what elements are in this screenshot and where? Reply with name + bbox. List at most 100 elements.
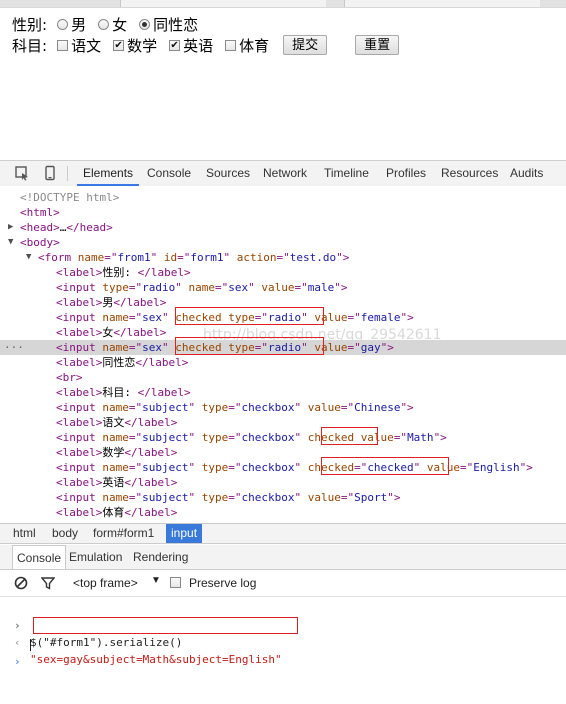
tab-profiles[interactable]: Profiles bbox=[386, 161, 426, 186]
context-selector[interactable]: <top frame> bbox=[73, 576, 138, 590]
dom-node-markup: <html> bbox=[20, 206, 60, 219]
text-cursor bbox=[30, 639, 31, 651]
dom-node-markup: <form name="from1" id="form1" action="te… bbox=[38, 251, 350, 264]
dom-node[interactable]: ▼ <form name="from1" id="form1" action="t… bbox=[0, 250, 566, 265]
dom-node[interactable]: <label>体育</label> bbox=[0, 505, 566, 520]
sex-option-label: 同性恋 bbox=[153, 15, 199, 34]
subject-option-label: 语文 bbox=[71, 36, 102, 55]
dom-node-markup: <label>同性恋</label> bbox=[56, 356, 189, 369]
breadcrumb: html body form#form1 input bbox=[0, 523, 566, 544]
more-dots-icon[interactable]: ··· bbox=[4, 340, 24, 355]
dom-node[interactable]: <html> bbox=[0, 205, 566, 220]
expand-triangle-icon[interactable]: ▶ bbox=[8, 220, 13, 235]
dom-node[interactable]: <label>英语</label> bbox=[0, 475, 566, 490]
dom-node[interactable]: <input name="subject" type="checkbox" ch… bbox=[0, 430, 566, 445]
tab-resources[interactable]: Resources bbox=[441, 161, 498, 186]
submit-button[interactable]: 提交 bbox=[283, 35, 328, 55]
subject-option-label: 英语 bbox=[183, 36, 214, 55]
inspect-element-icon[interactable] bbox=[14, 165, 30, 181]
drawer-tab-console[interactable]: Console bbox=[12, 545, 67, 569]
reset-button[interactable]: 重置 bbox=[355, 35, 400, 55]
drawer-tabs: Console Emulation Rendering bbox=[0, 545, 566, 570]
dom-node[interactable]: <input type="radio" name="sex" value="ma… bbox=[0, 280, 566, 295]
tab-audits[interactable]: Audits bbox=[510, 161, 543, 186]
console-output: › $("#form1").serialize() ‹ "sex=gay&sub… bbox=[0, 597, 566, 668]
browser-tab[interactable] bbox=[326, 0, 345, 7]
subject-row: 科目: 语文 ✔ 数学 ✔ 英语 体育 提交 重置 bbox=[12, 34, 400, 56]
dom-node-markup: <label>语文</label> bbox=[56, 416, 178, 429]
highlight-box bbox=[321, 427, 378, 445]
dom-node-markup: <br> bbox=[56, 371, 83, 384]
subject-option-label: 体育 bbox=[239, 36, 270, 55]
subject-label: 科目: bbox=[12, 36, 48, 55]
dom-node-markup: <label>男</label> bbox=[56, 296, 167, 309]
dom-node[interactable]: <input name="subject" type="checkbox" va… bbox=[0, 490, 566, 505]
tab-network[interactable]: Network bbox=[263, 161, 307, 186]
dom-node[interactable]: <br> bbox=[0, 370, 566, 385]
tab-console[interactable]: Console bbox=[147, 161, 191, 186]
subject-checkbox-math[interactable]: ✔ bbox=[113, 39, 125, 51]
preserve-log-label: Preserve log bbox=[189, 576, 257, 590]
browser-tab-strip bbox=[0, 0, 566, 8]
dom-node[interactable]: ▶ <head>…</head> bbox=[0, 220, 566, 235]
subject-option-label: 数学 bbox=[127, 36, 158, 55]
dom-node[interactable]: <!DOCTYPE html> bbox=[0, 190, 566, 205]
dom-node[interactable]: <label>数学</label> bbox=[0, 445, 566, 460]
sex-radio-female[interactable] bbox=[98, 18, 110, 30]
dom-node[interactable]: <label>科目: </label> bbox=[0, 385, 566, 400]
browser-tab[interactable] bbox=[540, 0, 566, 7]
drawer-tab-rendering[interactable]: Rendering bbox=[133, 545, 188, 569]
dom-node-markup: <input name="subject" type="checkbox" ch… bbox=[56, 431, 447, 444]
dom-node[interactable]: <input name="subject" type="checkbox" ch… bbox=[0, 460, 566, 475]
tab-elements[interactable]: Elements bbox=[77, 161, 140, 186]
console-toolbar: <top frame> ▼ Preserve log bbox=[0, 570, 566, 597]
console-input-line: › $("#form1").serialize() bbox=[0, 600, 566, 649]
sex-row: 性别: 男 女 同性恋 bbox=[12, 13, 206, 35]
collapse-triangle-icon[interactable]: ▼ bbox=[26, 250, 31, 265]
console-prompt[interactable]: › bbox=[0, 636, 566, 668]
console-result-line: ‹ "sex=gay&subject=Math&subject=English" bbox=[0, 617, 566, 666]
highlight-box bbox=[33, 617, 298, 634]
dom-node[interactable]: <label>语文</label> bbox=[0, 415, 566, 430]
dom-node-markup: <input type="radio" name="sex" value="ma… bbox=[56, 281, 348, 294]
dom-node[interactable]: <input name="subject" type="checkbox" va… bbox=[0, 400, 566, 415]
breadcrumb-body[interactable]: body bbox=[47, 524, 83, 543]
browser-tab[interactable] bbox=[0, 0, 121, 7]
dom-node-markup: <!DOCTYPE html> bbox=[20, 191, 120, 204]
sex-radio-gay[interactable] bbox=[139, 18, 151, 30]
drawer-tab-emulation[interactable]: Emulation bbox=[69, 545, 122, 569]
filter-icon[interactable] bbox=[41, 576, 55, 590]
collapse-triangle-icon[interactable]: ▼ bbox=[8, 235, 13, 250]
device-mode-icon[interactable] bbox=[42, 165, 58, 181]
breadcrumb-form[interactable]: form#form1 bbox=[88, 524, 159, 543]
preserve-log-checkbox[interactable] bbox=[170, 577, 181, 588]
dom-node-markup: <input name="subject" type="checkbox" va… bbox=[56, 401, 414, 414]
tab-timeline[interactable]: Timeline bbox=[324, 161, 369, 186]
dom-node[interactable]: <label>同性恋</label> bbox=[0, 355, 566, 370]
page-viewport: 性别: 男 女 同性恋 科目: 语文 ✔ 数学 ✔ 英语 体育 提交 重置 bbox=[0, 8, 566, 160]
tab-sources[interactable]: Sources bbox=[206, 161, 250, 186]
breadcrumb-html[interactable]: html bbox=[8, 524, 41, 543]
clear-console-icon[interactable] bbox=[14, 576, 28, 590]
dom-node-markup: <label>女</label> bbox=[56, 326, 167, 339]
sex-radio-male[interactable] bbox=[57, 18, 69, 30]
dom-node[interactable]: ▼ <body> bbox=[0, 235, 566, 250]
dom-node-markup: <label>数学</label> bbox=[56, 446, 178, 459]
breadcrumb-input[interactable]: input bbox=[166, 524, 203, 543]
highlight-box bbox=[175, 337, 324, 355]
dom-node-markup: <head>…</head> bbox=[20, 221, 113, 234]
dom-node-markup: <label>科目: </label> bbox=[56, 386, 191, 399]
chevron-down-icon[interactable]: ▼ bbox=[151, 575, 161, 586]
elements-dom-tree[interactable]: <label>体育</label> <input name="subject" t… bbox=[0, 186, 566, 523]
sex-label: 性别: bbox=[12, 15, 48, 34]
prompt-chevron-icon: › bbox=[14, 655, 21, 668]
dom-node-markup: <input name="subject" type="checkbox" va… bbox=[56, 491, 401, 504]
dom-node-markup: <body> bbox=[20, 236, 60, 249]
dom-node[interactable]: <label>性别: </label> bbox=[0, 265, 566, 280]
dom-node-markup: <label>体育</label> bbox=[56, 506, 178, 519]
dom-node-markup: <input name="subject" type="checkbox" ch… bbox=[56, 461, 533, 474]
toolbar-divider bbox=[67, 166, 68, 181]
subject-checkbox-sport[interactable] bbox=[225, 39, 237, 51]
subject-checkbox-english[interactable]: ✔ bbox=[169, 39, 181, 51]
subject-checkbox-chinese[interactable] bbox=[57, 39, 69, 51]
